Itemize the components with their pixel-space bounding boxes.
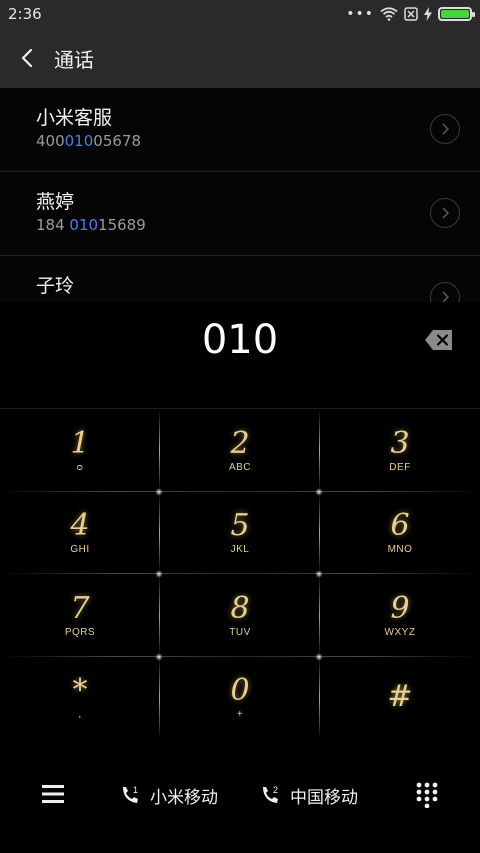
chevron-right-icon <box>442 123 449 135</box>
contact-item[interactable]: 小米客服 40001005678 <box>0 88 480 172</box>
contact-number: 184 01015689 <box>36 214 480 236</box>
contact-number: 40001005678 <box>36 130 480 152</box>
divider <box>159 656 160 739</box>
key-9[interactable]: 9 WXYZ <box>320 574 480 657</box>
battery-fill <box>441 10 469 18</box>
chevron-right-icon <box>442 207 449 219</box>
more-notifications-icon: ••• <box>346 6 374 22</box>
sim1-label: 小米移动 <box>150 787 218 808</box>
number-match: 010 <box>64 132 94 150</box>
phone-icon: 2 <box>263 785 278 803</box>
key-0[interactable]: 0 + <box>160 657 320 740</box>
dialpad-icon[interactable] <box>416 782 438 808</box>
contact-detail-button[interactable] <box>430 114 460 144</box>
status-time: 2:36 <box>8 5 42 23</box>
hamburger-icon[interactable] <box>42 784 64 804</box>
key-star[interactable]: *, <box>0 657 160 740</box>
key-letters: PQRS <box>64 626 96 638</box>
key-digit: 3 <box>390 425 410 461</box>
key-letters: ABC <box>228 461 252 473</box>
contact-item[interactable]: 子玲 <box>0 256 480 302</box>
phone-icon: 1 <box>123 785 138 803</box>
contact-name: 燕婷 <box>36 191 75 213</box>
chevron-left-icon <box>21 48 33 68</box>
title-bar: 通话 <box>0 28 480 88</box>
key-digit: 2 <box>230 425 250 461</box>
key-letters: TUV <box>229 626 251 638</box>
key-digit: 7 <box>70 590 90 626</box>
back-button[interactable] <box>0 28 54 88</box>
key-digit: 1 <box>70 425 90 461</box>
keypad-row: 1ᴑ 2 ABC 3 DEF <box>0 409 480 496</box>
key-5[interactable]: 5 JKL <box>160 492 320 575</box>
battery-icon <box>438 7 475 21</box>
voicemail-icon: ᴑ <box>76 461 84 473</box>
sim-disabled-icon <box>404 7 418 21</box>
number-suffix: 15689 <box>98 216 146 234</box>
key-letters: + <box>236 709 244 721</box>
key-digit: 4 <box>70 508 90 544</box>
key-8[interactable]: 8 TUV <box>160 574 320 657</box>
key-7[interactable]: 7 PQRS <box>0 574 160 657</box>
divider <box>319 409 320 492</box>
key-2[interactable]: 2 ABC <box>160 409 320 492</box>
number-match: 010 <box>69 216 99 234</box>
divider <box>319 656 320 739</box>
key-digit: 6 <box>390 508 410 544</box>
divider <box>319 574 320 657</box>
key-1[interactable]: 1ᴑ <box>0 409 160 492</box>
call-sim2-button[interactable]: 2 中国移动 <box>260 784 358 808</box>
keypad-row: 4 GHI 5 JKL 6 MNO <box>0 491 480 578</box>
key-letters: WXYZ <box>384 626 416 638</box>
sim-index: 2 <box>273 785 278 795</box>
wifi-icon <box>380 7 398 21</box>
key-3[interactable]: 3 DEF <box>320 409 480 492</box>
divider <box>159 574 160 657</box>
chevron-right-icon <box>442 291 449 302</box>
sim2-label: 中国移动 <box>290 787 358 808</box>
status-bar: 2:36 ••• <box>0 0 480 28</box>
key-4[interactable]: 4 GHI <box>0 492 160 575</box>
key-digit: 9 <box>390 590 410 626</box>
sim-index: 1 <box>133 785 138 795</box>
key-letters: MNO <box>387 544 413 556</box>
keypad-row: 7 PQRS 8 TUV 9 WXYZ <box>0 574 480 661</box>
key-letters: DEF <box>389 461 411 473</box>
number-prefix: 184 <box>36 216 70 234</box>
call-sim1-button[interactable]: 1 小米移动 <box>120 784 218 808</box>
divider <box>319 491 320 574</box>
status-icons: ••• <box>346 6 475 22</box>
keypad-row: *, 0 + # <box>0 656 480 740</box>
page-title: 通话 <box>54 47 94 72</box>
bottom-action-bar: 1 小米移动 2 中国移动 <box>0 738 480 853</box>
divider <box>159 491 160 574</box>
number-prefix: 400 <box>36 132 65 150</box>
divider <box>159 409 160 492</box>
number-suffix: 05678 <box>93 132 141 150</box>
key-hash[interactable]: # <box>320 657 480 740</box>
key-letters: , <box>78 709 82 721</box>
dial-keypad: 1ᴑ 2 ABC 3 DEF 4 GHI 5 JKL 6 MNO 7 PQRS 8 TUV 9… <box>0 408 480 740</box>
contact-detail-button[interactable] <box>430 198 460 228</box>
key-digit: 8 <box>230 590 250 626</box>
contact-results-list: 小米客服 40001005678 燕婷 184 01015689 子玲 <box>0 88 480 302</box>
dial-input-area: 010 <box>0 302 480 408</box>
key-digit: * <box>72 673 88 709</box>
contact-item[interactable]: 燕婷 184 01015689 <box>0 172 480 256</box>
key-digit: 0 <box>230 673 250 709</box>
key-digit: 5 <box>230 508 250 544</box>
key-letters: JKL <box>230 544 250 556</box>
charging-icon <box>424 7 432 21</box>
key-digit: # <box>387 678 413 714</box>
backspace-icon[interactable] <box>424 328 454 352</box>
key-6[interactable]: 6 MNO <box>320 492 480 575</box>
contact-name: 子玲 <box>36 275 75 297</box>
contact-name: 小米客服 <box>36 107 113 129</box>
key-letters: GHI <box>70 544 90 556</box>
dialed-number[interactable]: 010 <box>0 317 480 363</box>
